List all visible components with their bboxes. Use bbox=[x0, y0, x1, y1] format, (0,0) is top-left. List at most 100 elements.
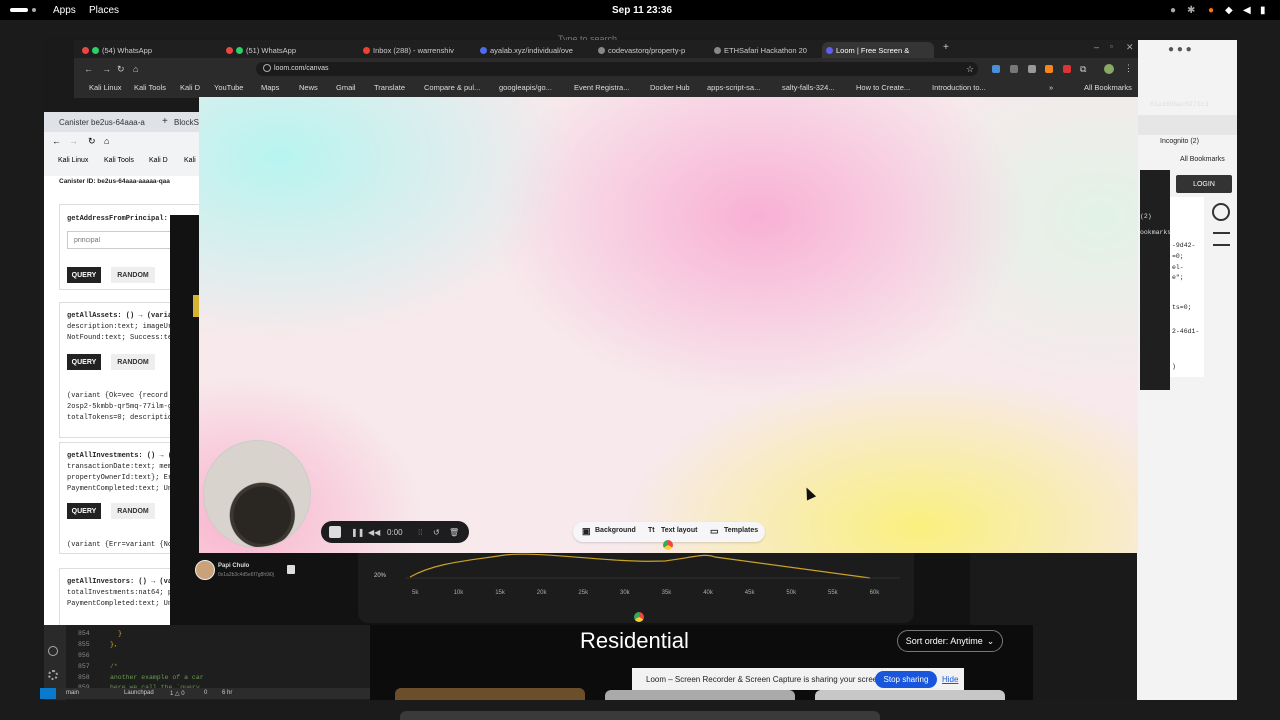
bookmark-link[interactable]: salty-falls-324... bbox=[782, 83, 835, 92]
activities-icon[interactable] bbox=[10, 8, 28, 12]
bookmark-link[interactable]: Kali Tools bbox=[104, 157, 134, 164]
browser-tab-active[interactable]: Loom | Free Screen & bbox=[822, 42, 934, 58]
bookmark-link[interactable]: Kali Linux bbox=[89, 83, 122, 92]
bookmark-link[interactable]: apps-script-sa... bbox=[707, 83, 760, 92]
camera-bubble[interactable] bbox=[203, 440, 311, 548]
volume-icon[interactable]: ◀ bbox=[1243, 5, 1251, 16]
browser-tab[interactable]: ETHSafari Hackathon 20 bbox=[710, 42, 814, 58]
browser-tab[interactable]: ayalab.xyz/individual/ove bbox=[476, 42, 582, 58]
clock[interactable]: Sep 11 23:36 bbox=[612, 5, 672, 16]
bookmark-star-icon[interactable]: ☆ bbox=[966, 64, 974, 75]
time-tracker[interactable]: 6 hr bbox=[222, 690, 232, 696]
bookmark-link[interactable]: Translate bbox=[374, 83, 405, 92]
random-button[interactable]: RANDOM bbox=[111, 503, 155, 519]
chrome-taskbar-icon[interactable] bbox=[634, 612, 644, 622]
site-info-icon[interactable] bbox=[263, 64, 271, 72]
bookmark-link[interactable]: Kali D bbox=[180, 83, 200, 92]
bookmark-link[interactable]: Kali bbox=[184, 157, 196, 164]
new-tab-icon[interactable]: + bbox=[943, 42, 949, 53]
browser-tab[interactable]: Inbox (288) - warrenshiv bbox=[359, 42, 467, 58]
restart-icon[interactable]: ↺ bbox=[433, 526, 440, 538]
git-branch[interactable]: main bbox=[66, 690, 79, 696]
property-thumbnail[interactable] bbox=[395, 688, 585, 700]
templates-button[interactable]: Templates bbox=[724, 527, 758, 534]
list-icon[interactable] bbox=[1213, 232, 1230, 246]
bookmark-link[interactable]: Maps bbox=[261, 83, 279, 92]
random-button[interactable]: RANDOM bbox=[111, 354, 155, 370]
home-icon[interactable]: ⌂ bbox=[104, 136, 109, 146]
battery-icon[interactable]: ▮ bbox=[1260, 5, 1266, 16]
maximize-icon[interactable]: ▫ bbox=[1110, 42, 1113, 51]
back-icon[interactable]: ← bbox=[84, 64, 93, 74]
bluetooth-icon[interactable]: ✱ bbox=[1187, 5, 1195, 16]
bookmark-link[interactable]: Gmail bbox=[336, 83, 356, 92]
candid-tab[interactable]: BlockSt bbox=[174, 118, 201, 127]
bookmark-link[interactable]: Kali Tools bbox=[134, 83, 166, 92]
extension-icon[interactable] bbox=[1063, 65, 1071, 73]
reload-icon[interactable]: ↻ bbox=[88, 136, 96, 147]
metamask-icon[interactable] bbox=[1045, 65, 1053, 73]
microphone-active-icon[interactable]: ● bbox=[1208, 5, 1214, 16]
bookmark-link[interactable]: News bbox=[299, 83, 318, 92]
pause-icon[interactable]: ❚❚ bbox=[351, 526, 364, 538]
problems-count[interactable]: 1 △ 0 bbox=[170, 690, 185, 697]
chrome-menu-icon[interactable]: ⋮ bbox=[1124, 63, 1133, 74]
apps-menu[interactable]: Apps bbox=[53, 5, 76, 16]
random-button[interactable]: RANDOM bbox=[111, 267, 155, 283]
property-thumbnail[interactable] bbox=[815, 690, 1005, 700]
places-menu[interactable]: Places bbox=[89, 5, 119, 16]
browser-tab[interactable]: (51) WhatsApp bbox=[222, 42, 350, 58]
property-thumbnail[interactable] bbox=[605, 690, 795, 700]
incognito-bookmarks[interactable]: All Bookmarks bbox=[1180, 156, 1225, 163]
minimize-icon[interactable]: – bbox=[1094, 42, 1099, 52]
incognito-label[interactable]: Incognito (2) bbox=[1160, 138, 1199, 145]
query-button[interactable]: QUERY bbox=[67, 267, 101, 283]
bookmark-link[interactable]: Docker Hub bbox=[650, 83, 690, 92]
mic-icon[interactable]: ● bbox=[1170, 5, 1176, 16]
wifi-icon[interactable]: ◆ bbox=[1225, 5, 1233, 16]
trash-icon[interactable]: 🗑 bbox=[449, 526, 459, 538]
bookmark-link[interactable]: Kali Linux bbox=[58, 157, 88, 164]
stop-recording-icon[interactable] bbox=[329, 526, 341, 538]
profile-avatar[interactable] bbox=[1104, 64, 1114, 74]
home-icon[interactable]: ⌂ bbox=[133, 64, 138, 74]
extensions-puzzle-icon[interactable]: ⧉ bbox=[1080, 64, 1086, 75]
settings-gear-icon[interactable] bbox=[48, 670, 58, 680]
close-window-icon[interactable]: ✕ bbox=[1126, 42, 1134, 53]
bookmark-link[interactable]: YouTube bbox=[214, 83, 243, 92]
account-icon[interactable] bbox=[48, 646, 58, 656]
bookmark-link[interactable]: Event Registra... bbox=[574, 83, 629, 92]
query-button[interactable]: QUERY bbox=[67, 503, 101, 519]
workspace-dot-icon[interactable] bbox=[32, 8, 36, 12]
stop-sharing-button[interactable]: Stop sharing bbox=[875, 671, 937, 688]
forward-icon[interactable]: → bbox=[69, 136, 78, 146]
loom-canvas[interactable] bbox=[199, 97, 1138, 553]
user-card[interactable]: Papi Chulo 0x1a2b3c4d5e6f7g8h9i0j bbox=[193, 560, 303, 582]
new-tab-icon[interactable]: + bbox=[162, 116, 168, 127]
hide-link[interactable]: Hide bbox=[942, 675, 958, 684]
reload-icon[interactable]: ↻ bbox=[117, 64, 125, 75]
query-button[interactable]: QUERY bbox=[67, 354, 101, 370]
extension-icon[interactable] bbox=[1010, 65, 1018, 73]
bookmark-link[interactable]: googleapis/go... bbox=[499, 83, 552, 92]
extension-icon[interactable] bbox=[1028, 65, 1036, 73]
chrome-taskbar-icon[interactable] bbox=[663, 540, 673, 550]
bookmark-link[interactable]: Kali D bbox=[149, 157, 168, 164]
drag-handle-icon[interactable]: ⁞⁞ bbox=[418, 526, 422, 538]
login-button[interactable]: LOGIN bbox=[1176, 175, 1232, 193]
rewind-icon[interactable]: ◀◀ bbox=[368, 526, 380, 538]
extension-icon[interactable] bbox=[992, 65, 1000, 73]
background-button[interactable]: Background bbox=[595, 527, 636, 534]
all-bookmarks-folder[interactable]: All Bookmarks bbox=[1084, 83, 1132, 92]
sort-order-dropdown[interactable]: Sort order: Anytime ⌄ bbox=[897, 630, 1003, 652]
browser-tab[interactable]: (54) WhatsApp bbox=[78, 42, 188, 58]
logout-icon[interactable] bbox=[287, 565, 295, 574]
ports-count[interactable]: 0 bbox=[204, 690, 207, 696]
browser-tab[interactable]: codevastorq/property-p bbox=[594, 42, 698, 58]
launchpad-item[interactable]: Launchpad bbox=[124, 690, 154, 696]
more-bookmarks-icon[interactable]: » bbox=[1049, 83, 1053, 92]
bookmark-link[interactable]: Compare & pul... bbox=[424, 83, 480, 92]
clock-icon[interactable] bbox=[1212, 203, 1230, 221]
forward-icon[interactable]: → bbox=[102, 64, 111, 74]
back-icon[interactable]: ← bbox=[52, 136, 61, 146]
